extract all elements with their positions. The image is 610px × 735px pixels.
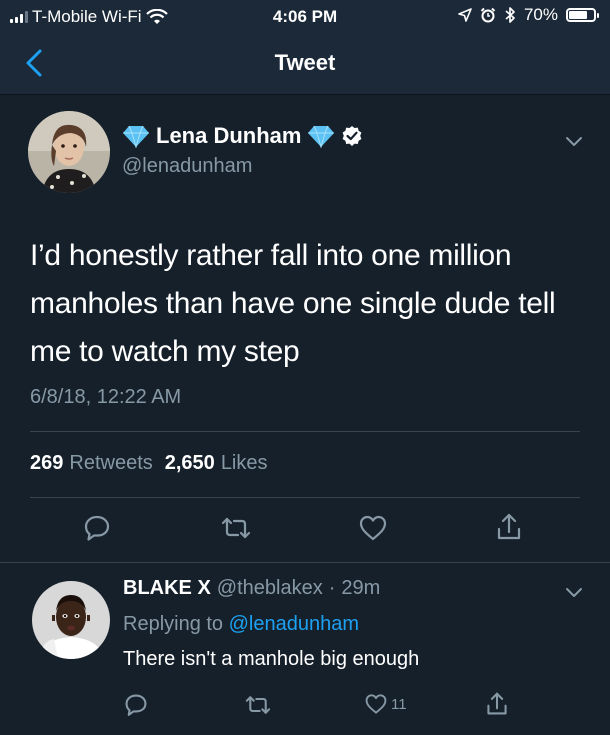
likes-count[interactable]: 2,650 xyxy=(165,452,215,475)
author-name-row: Lena Dunham xyxy=(122,123,363,149)
status-bar: T-Mobile Wi-Fi 4:06 PM 70% xyxy=(0,0,610,34)
reply-tweet[interactable]: BLAKE X @theblakex · 29m Replying to @le… xyxy=(0,562,610,735)
bluetooth-icon xyxy=(505,7,515,23)
engagement-stats: 269 Retweets 2,650 Likes xyxy=(30,452,274,475)
share-button[interactable] xyxy=(495,512,523,547)
blake-avatar-image xyxy=(32,581,110,659)
replying-to-handle-link[interactable]: @lenadunham xyxy=(229,613,359,635)
share-icon xyxy=(487,692,507,715)
retweet-icon xyxy=(245,696,271,714)
page-title: Tweet xyxy=(274,50,336,75)
retweets-count[interactable]: 269 xyxy=(30,452,63,475)
likes-label[interactable]: Likes xyxy=(221,452,268,475)
author-block: Lena Dunham @lenadunham xyxy=(122,123,363,178)
reply-icon xyxy=(125,694,147,716)
reply-share-button[interactable] xyxy=(485,691,509,722)
divider xyxy=(30,497,580,498)
alarm-icon xyxy=(480,7,496,23)
nav-bar: Tweet xyxy=(0,34,610,95)
reply-time: 29m xyxy=(341,577,381,599)
replying-to-line: Replying to @lenadunham xyxy=(123,613,359,636)
tweet-options-button[interactable] xyxy=(562,134,586,150)
lena-avatar-image xyxy=(28,111,110,193)
divider xyxy=(30,431,580,432)
reply-reply-button[interactable] xyxy=(124,693,148,722)
reply-display-name[interactable]: BLAKE X xyxy=(123,577,211,600)
blue-diamond-icon xyxy=(123,125,149,148)
battery-percent: 70% xyxy=(523,5,558,24)
heart-icon xyxy=(365,694,387,714)
chevron-down-icon xyxy=(566,137,582,146)
retweets-label[interactable]: Retweets xyxy=(69,452,152,475)
reply-separator: · xyxy=(328,577,336,599)
author-display-name[interactable]: Lena Dunham xyxy=(156,123,301,149)
blue-diamond-icon xyxy=(308,125,335,148)
replying-to-label: Replying to xyxy=(123,613,224,635)
retweet-button[interactable] xyxy=(220,514,252,547)
reply-avatar[interactable] xyxy=(32,581,110,659)
battery-icon xyxy=(566,8,599,22)
status-right: 70% xyxy=(458,5,599,25)
share-icon xyxy=(497,513,521,540)
reply-text: There isn't a manhole big enough xyxy=(123,648,420,670)
reply-like-count: 11 xyxy=(391,695,407,713)
tweet-timestamp: 6/8/18, 12:22 AM xyxy=(30,386,182,408)
avatar[interactable] xyxy=(28,111,110,193)
reply-retweet-button[interactable] xyxy=(244,693,272,722)
retweet-icon xyxy=(221,517,251,539)
reply-options-button[interactable] xyxy=(562,585,586,601)
author-handle[interactable]: @lenadunham xyxy=(122,155,363,178)
verified-badge-icon xyxy=(343,126,362,146)
reply-like-button[interactable]: 11 xyxy=(364,693,407,715)
reply-header: BLAKE X @theblakex · 29m xyxy=(123,577,380,600)
reply-button[interactable] xyxy=(83,514,111,547)
reply-handle[interactable]: @theblakex xyxy=(217,577,323,600)
location-arrow-icon xyxy=(458,8,472,22)
reply-icon xyxy=(84,515,110,541)
tweet-text: I’d honestly rather fall into one millio… xyxy=(30,239,556,368)
chevron-down-icon xyxy=(566,588,582,597)
like-button[interactable] xyxy=(358,514,388,547)
heart-icon xyxy=(359,515,387,541)
